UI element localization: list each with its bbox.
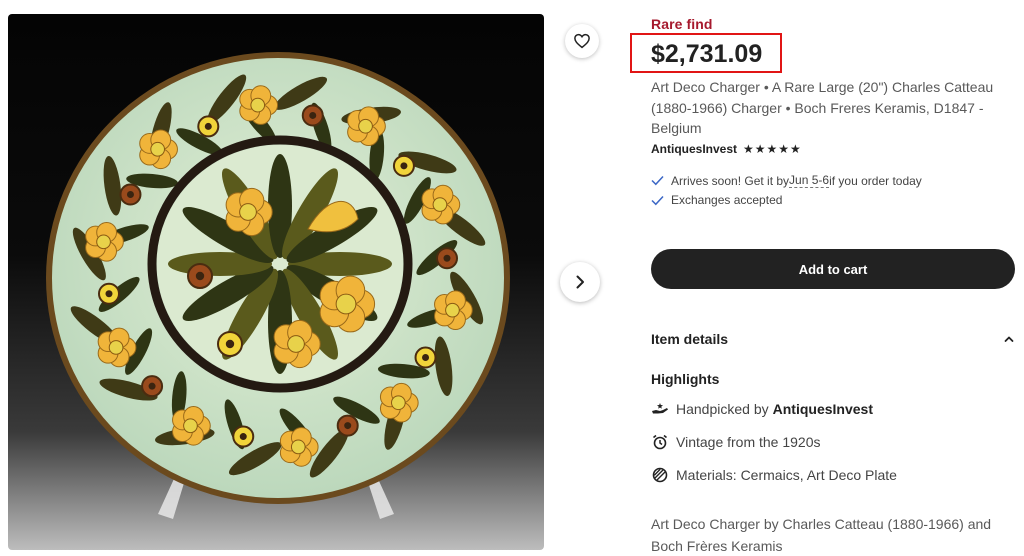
plate-flower-center <box>335 293 357 315</box>
plate-flower-center <box>108 340 124 355</box>
plate-dot-center <box>225 339 235 349</box>
exchanges-info: Exchanges accepted <box>651 193 782 207</box>
shop-name-link[interactable]: AntiquesInvest <box>651 142 737 156</box>
favorite-button[interactable] <box>565 24 599 58</box>
plate-dot-center <box>309 111 317 119</box>
plate-dot-center <box>344 422 352 430</box>
highlights-heading: Highlights <box>651 371 720 387</box>
plate-flower-center <box>432 197 448 212</box>
plate-flower-center <box>250 97 266 113</box>
chevron-right-icon <box>576 275 584 289</box>
highlight-handpicked: Handpicked by AntiquesInvest <box>651 400 873 418</box>
handpicked-shop-link[interactable]: AntiquesInvest <box>773 401 873 417</box>
item-details-label: Item details <box>651 331 729 347</box>
rare-find-label: Rare find <box>651 16 713 32</box>
rating-stars[interactable]: ★★★★★ <box>743 142 802 156</box>
arrives-prefix: Arrives soon! Get it by <box>671 173 790 188</box>
heart-icon <box>574 33 590 49</box>
checkmark-icon <box>651 175 664 186</box>
plate-flower-center <box>445 302 460 318</box>
checkmark-icon <box>651 195 664 205</box>
product-image[interactable] <box>8 14 544 550</box>
listing-info: Rare find $2,731.09 Art Deco Charger • A… <box>630 16 1021 554</box>
plate-dot-center <box>443 254 451 262</box>
plate-flower-center <box>150 141 165 157</box>
alarm-clock-icon <box>651 433 669 451</box>
plate-flower-center <box>287 335 305 353</box>
arrival-date[interactable]: Jun 5-6 <box>789 173 830 188</box>
materials-icon <box>651 466 669 484</box>
arrives-suffix: if you order today <box>829 173 922 188</box>
exchanges-label: Exchanges accepted <box>671 193 783 207</box>
plate-dot-center <box>148 382 156 390</box>
item-description: Art Deco Charger by Charles Catteau (188… <box>651 516 992 554</box>
materials-text: Materials: Cermaics, Art Deco Plate <box>676 467 897 483</box>
plate-dot-center <box>204 122 212 130</box>
plate-dot-center <box>239 433 247 441</box>
handpicked-prefix: Handpicked by <box>676 401 769 417</box>
shop-row: AntiquesInvest ★★★★★ <box>651 142 802 156</box>
plate-flower-center <box>391 395 406 411</box>
plate-dot-center <box>400 162 408 170</box>
item-details-toggle[interactable]: Item details <box>651 331 1015 347</box>
plate-flower-center <box>183 418 198 434</box>
plate-dot-center <box>126 191 134 199</box>
vintage-text: Vintage from the 1920s <box>676 434 821 450</box>
highlight-vintage: Vintage from the 1920s <box>651 433 821 451</box>
plate-dot-center <box>195 271 205 281</box>
highlight-materials: Materials: Cermaics, Art Deco Plate <box>651 466 897 484</box>
add-to-cart-button[interactable]: Add to cart <box>651 249 1015 289</box>
price: $2,731.09 <box>651 40 763 68</box>
plate-flower-center <box>239 203 257 221</box>
plate-dot-center <box>105 290 113 298</box>
plate-flower-center <box>358 118 373 134</box>
hand-icon <box>651 400 669 418</box>
arrival-info: Arrives soon! Get it by Jun 5-6 if you o… <box>651 173 922 188</box>
plate-illustration <box>46 52 510 519</box>
next-image-button[interactable] <box>560 262 600 302</box>
listing-title: Art Deco Charger • A Rare Large (20") Ch… <box>651 79 994 136</box>
chevron-up-icon <box>1004 336 1014 342</box>
plate-flower-center <box>96 234 111 250</box>
plate-dot-center <box>422 353 430 361</box>
plate-flower-center <box>290 439 306 455</box>
